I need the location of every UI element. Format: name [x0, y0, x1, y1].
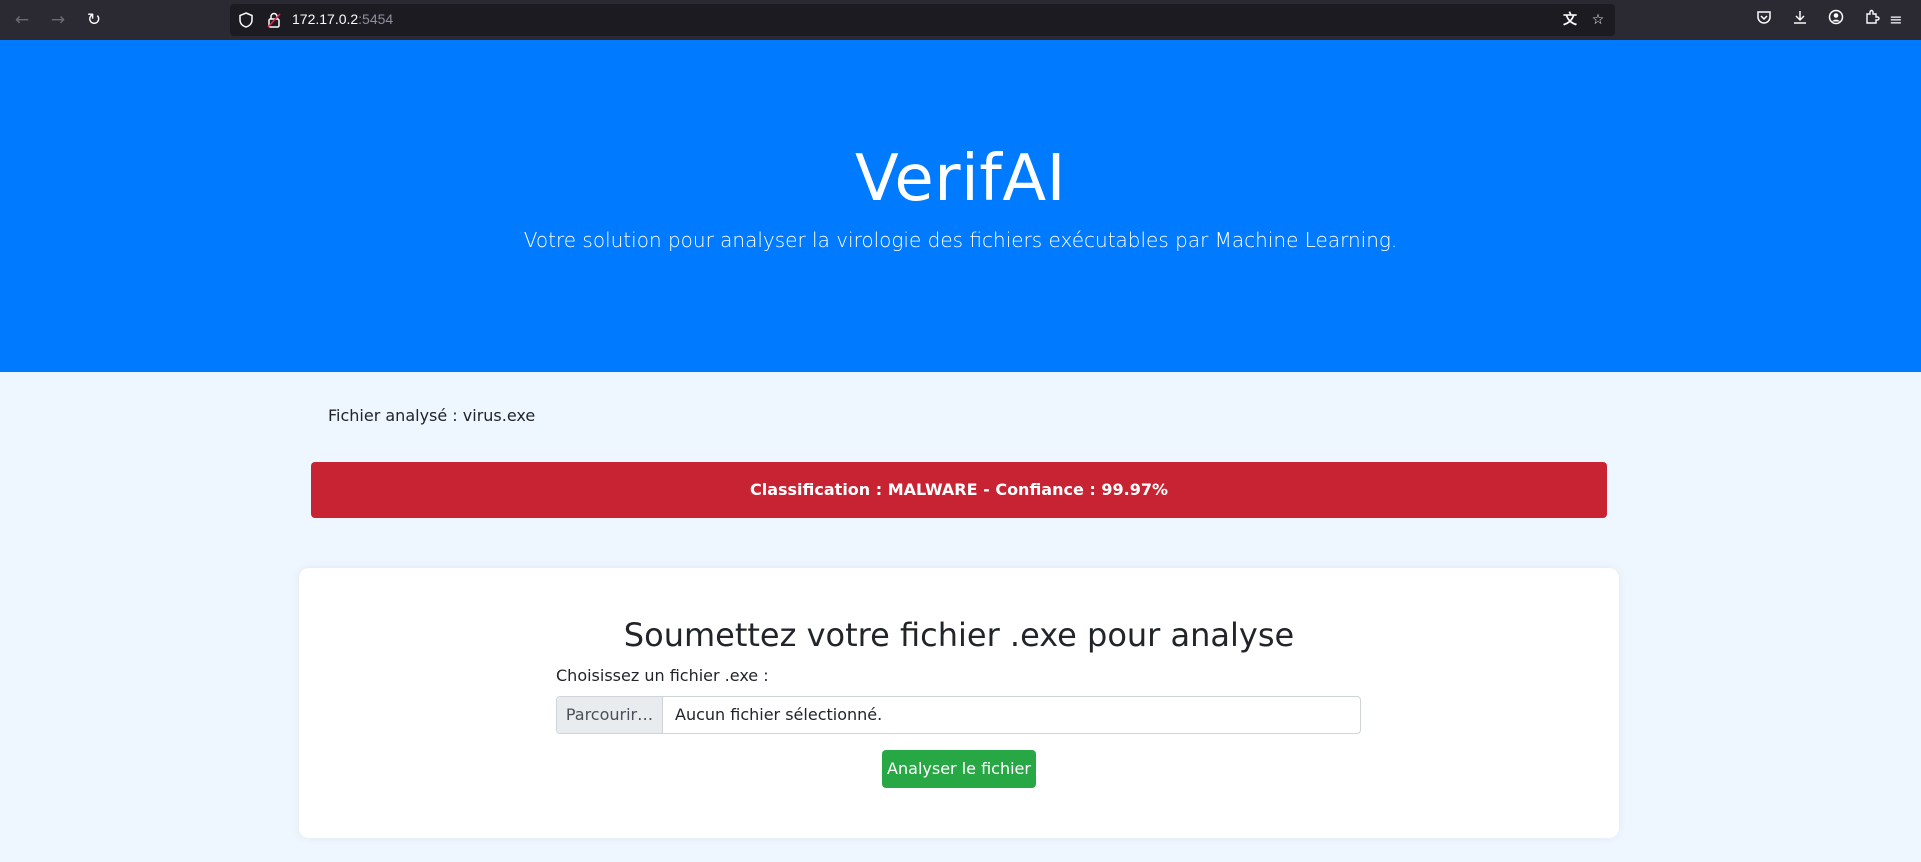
browser-toolbar: ← → ↻ 172.17.0.2:5454 文 ☆ ≡ [0, 0, 1921, 40]
back-arrow-icon[interactable]: ← [10, 8, 34, 32]
browse-button[interactable]: Parcourir… [557, 697, 663, 733]
bookmark-star-icon[interactable]: ☆ [1590, 12, 1606, 28]
upload-heading: Soumettez votre fichier .exe pour analys… [623, 616, 1295, 654]
classification-alert: Classification : MALWARE - Confiance : 9… [311, 462, 1607, 518]
reload-icon[interactable]: ↻ [82, 8, 106, 32]
url-host: 172.17.0.2 [292, 11, 359, 27]
upload-card: Soumettez votre fichier .exe pour analys… [299, 568, 1619, 838]
menu-icon[interactable]: ≡ [1884, 8, 1908, 32]
translate-icon[interactable]: 文 [1562, 12, 1578, 28]
app-subtitle: Votre solution pour analyser la virologi… [523, 228, 1398, 252]
pocket-icon[interactable] [1752, 8, 1776, 32]
hero-banner: VerifAI Votre solution pour analyser la … [0, 40, 1921, 372]
file-field-label: Choisissez un fichier .exe : [556, 666, 769, 685]
app-title: VerifAI [855, 142, 1066, 216]
download-icon[interactable] [1788, 8, 1812, 32]
file-status-text: Aucun fichier sélectionné. [675, 705, 883, 724]
url-bar[interactable]: 172.17.0.2:5454 文 ☆ [230, 4, 1615, 36]
extensions-icon[interactable] [1860, 8, 1884, 32]
shield-icon[interactable] [238, 12, 254, 28]
forward-arrow-icon[interactable]: → [46, 8, 70, 32]
file-input[interactable]: Parcourir… Aucun fichier sélectionné. [556, 696, 1361, 734]
url-port: :5454 [358, 11, 394, 27]
account-icon[interactable] [1824, 8, 1848, 32]
url-text[interactable]: 172.17.0.2:5454 [292, 11, 393, 27]
analyze-button[interactable]: Analyser le fichier [882, 750, 1036, 788]
insecure-lock-icon[interactable] [266, 12, 282, 28]
analyzed-file-label: Fichier analysé : virus.exe [328, 406, 536, 425]
